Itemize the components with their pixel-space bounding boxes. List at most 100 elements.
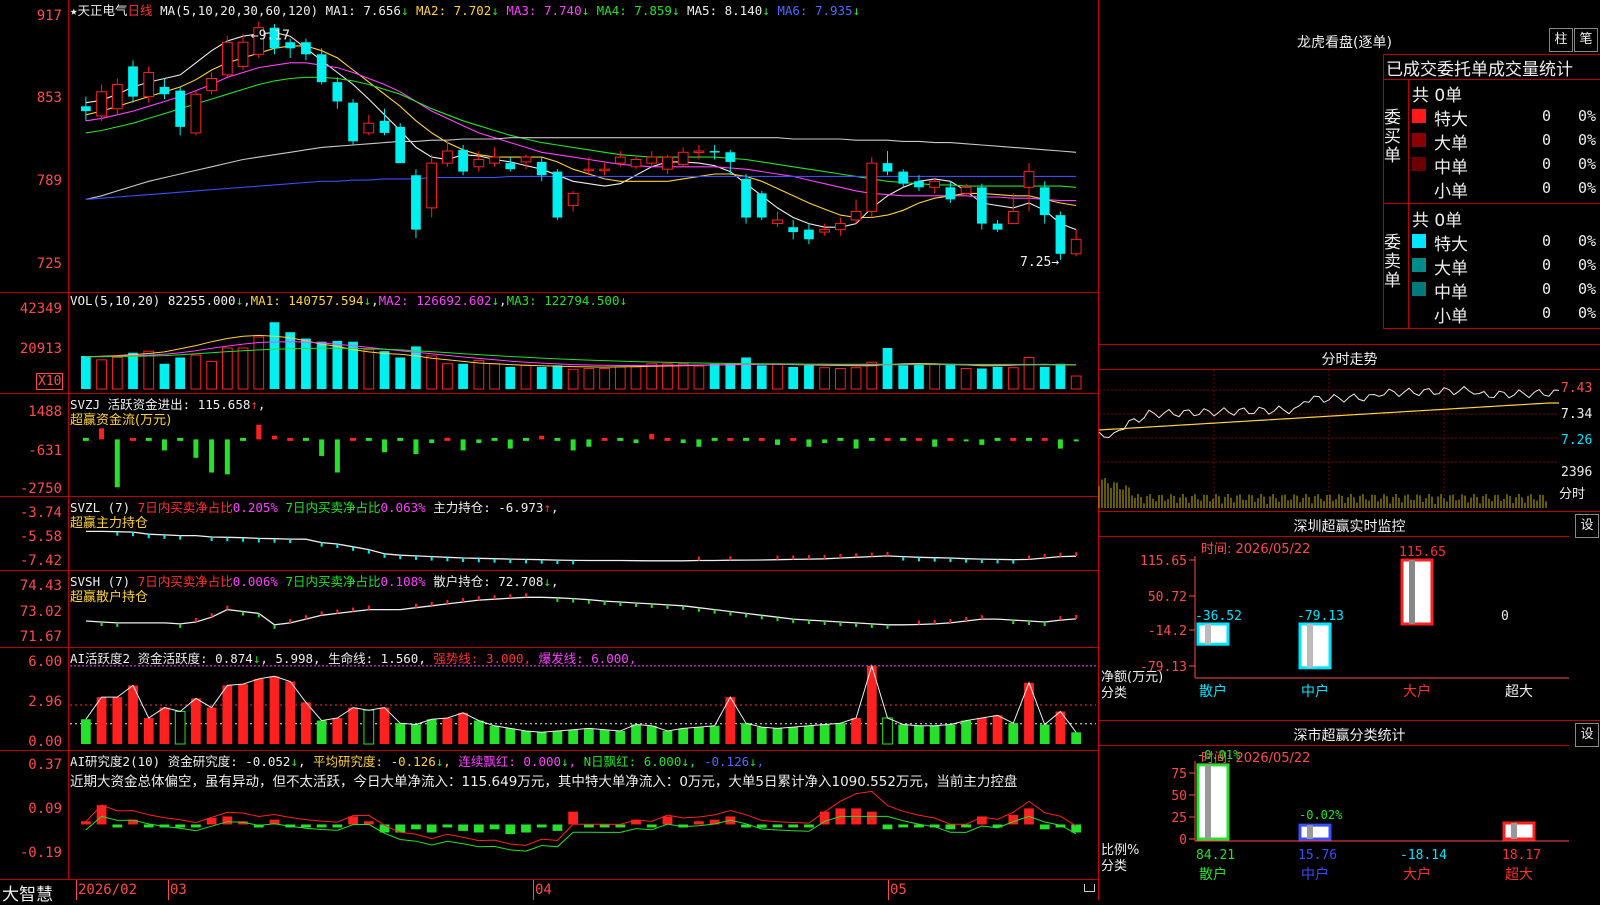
svzj-bar bbox=[177, 437, 184, 441]
candle-body bbox=[788, 227, 799, 233]
intraday-chart[interactable] bbox=[1098, 370, 1560, 508]
ai-research-chart[interactable] bbox=[70, 751, 1096, 879]
ai-activity-panel[interactable]: 6.00 2.96 0.00 AI活跃度2 资金活跃度: 0.874↓, 5.9… bbox=[0, 648, 1098, 751]
color-swatch bbox=[1412, 282, 1426, 296]
volume-chart[interactable] bbox=[70, 293, 1096, 393]
svzl-tick: -3.74 bbox=[19, 505, 62, 521]
activity-bar bbox=[1071, 732, 1082, 744]
svzl-panel[interactable]: -3.74 -5.58 -7.42 SVZL (7) 7日内买卖净占比0.205… bbox=[0, 497, 1098, 571]
ai-activity-chart[interactable] bbox=[70, 648, 1096, 750]
svzj-bar bbox=[822, 439, 828, 444]
activity-bar bbox=[348, 707, 358, 744]
sz-monitor-bar-shade bbox=[1307, 624, 1313, 668]
activity-bar bbox=[206, 707, 217, 744]
sz-class-top-label: -0.02% bbox=[1299, 808, 1343, 822]
volume-panel[interactable]: 42349 20913 X10 VOL(5,10,20) 82255.000↓,… bbox=[0, 293, 1098, 394]
volume-bar bbox=[458, 363, 468, 389]
intraday-panel[interactable]: 分时走势 7.43 7.34 7.26 2396 分时 bbox=[1098, 345, 1600, 512]
sell-label: 特大 bbox=[1434, 235, 1468, 255]
svzj-bar bbox=[900, 437, 907, 441]
volume-bar bbox=[489, 363, 500, 390]
svsh-axis: 74.43 73.02 71.67 bbox=[0, 571, 69, 647]
buy-count: 0 bbox=[1542, 131, 1552, 149]
svzj-bar bbox=[680, 439, 686, 444]
research-bar bbox=[819, 811, 830, 825]
research-bar bbox=[583, 824, 594, 828]
research-bar bbox=[316, 824, 327, 828]
volume-bar bbox=[473, 360, 485, 390]
svzl-tick: -5.58 bbox=[19, 529, 62, 545]
ai-research-tick: -0.19 bbox=[19, 845, 62, 861]
sz-class-ytick: 0 bbox=[1179, 833, 1187, 848]
buy-pct: 0% bbox=[1578, 155, 1597, 173]
volume-bar bbox=[1039, 366, 1050, 389]
volume-bar bbox=[269, 322, 280, 389]
ai-activity-tick: 6.00 bbox=[28, 654, 62, 670]
svzl-axis: -3.74 -5.58 -7.42 bbox=[0, 497, 69, 570]
column-view-button[interactable]: 柱 bbox=[1549, 28, 1573, 52]
date-tick bbox=[76, 880, 77, 900]
svzj-bar bbox=[382, 439, 388, 453]
buy-row: 中单 0 0% bbox=[1412, 153, 1600, 178]
activity-bar bbox=[772, 728, 783, 744]
ma-line-ma4 bbox=[85, 76, 1077, 188]
volume-bar bbox=[80, 356, 91, 389]
candle-body bbox=[945, 187, 956, 200]
candle-body bbox=[473, 159, 485, 168]
buy-count: 0 bbox=[1542, 107, 1552, 125]
activity-bar bbox=[961, 720, 971, 744]
volume-bar bbox=[379, 351, 390, 389]
sell-pct: 0% bbox=[1578, 304, 1597, 322]
activity-bar bbox=[568, 729, 579, 744]
svzj-panel[interactable]: 1488 -631 -2750 SVZJ 活跃资金进出: 115.658↑, 超… bbox=[0, 394, 1098, 497]
svzj-bar bbox=[193, 439, 199, 458]
sz-monitor-ytick: 50.72 bbox=[1148, 590, 1187, 605]
color-swatch bbox=[1412, 133, 1426, 147]
sell-pct: 0% bbox=[1578, 232, 1597, 250]
svzj-chart[interactable] bbox=[70, 394, 1096, 496]
sz-class-panel: 深市超赢分类统计 设 时间: 2026/05/22 75 50 25 0 84.21 散户… bbox=[1099, 721, 1600, 900]
sz-class-value: 18.17 bbox=[1502, 848, 1541, 863]
sz-class-ytick: 25 bbox=[1171, 811, 1187, 826]
svsh-tick: 73.02 bbox=[19, 604, 62, 620]
candle-body bbox=[111, 84, 123, 110]
volume-bar bbox=[976, 368, 987, 389]
sell-label: 小单 bbox=[1434, 307, 1468, 327]
ma-line-ma2 bbox=[85, 45, 1077, 219]
intraday-price: 7.26 bbox=[1561, 433, 1593, 448]
research-bar bbox=[348, 816, 358, 825]
buy-section: 委买单 共 0单 特大 0 0% 大单 0 0% 中单 0 0% 小单 0 0% bbox=[1383, 79, 1600, 204]
main-candle-panel[interactable]: 917 853 789 725 ★天正电气日线 MA(5,10,20,30,60… bbox=[0, 0, 1098, 293]
research-bar bbox=[536, 824, 547, 828]
svsh-chart[interactable] bbox=[70, 571, 1096, 647]
sz-class-bar bbox=[1196, 763, 1230, 841]
activity-line bbox=[85, 664, 1077, 733]
svzl-chart[interactable] bbox=[70, 497, 1096, 570]
tick-view-button[interactable]: 笔 bbox=[1574, 28, 1598, 52]
candle-body bbox=[599, 168, 610, 172]
svzj-bar bbox=[287, 437, 294, 441]
sz-class-ytick: 50 bbox=[1171, 789, 1187, 804]
buy-total: 共 0单 bbox=[1412, 86, 1463, 106]
svzj-tick: -2750 bbox=[19, 481, 62, 497]
lock-icon[interactable] bbox=[1084, 884, 1095, 892]
activity-bar bbox=[945, 724, 956, 744]
candlestick-chart[interactable]: ←9.17 7.25→ bbox=[70, 0, 1096, 292]
candle-body bbox=[128, 66, 138, 97]
candle-body bbox=[458, 149, 468, 172]
research-bar bbox=[772, 824, 783, 828]
svzj-bar bbox=[853, 439, 859, 449]
candle-body bbox=[804, 229, 814, 240]
candle-body bbox=[489, 156, 500, 164]
sz-monitor-category: 超大 bbox=[1505, 684, 1533, 700]
volume-bar bbox=[914, 363, 924, 389]
research-bar bbox=[301, 824, 311, 828]
ai-research-panel[interactable]: 0.37 0.09 -0.19 AI研究度2(10) 资金研究度: -0.052… bbox=[0, 751, 1098, 880]
volume-bar bbox=[1007, 367, 1019, 390]
svsh-panel[interactable]: 74.43 73.02 71.67 SVSH (7) 7日内买卖净占比0.006… bbox=[0, 571, 1098, 648]
candle-body bbox=[929, 180, 941, 188]
sz-class-bar-shade bbox=[1511, 823, 1517, 839]
sell-label: 中单 bbox=[1434, 283, 1468, 303]
svzj-bar bbox=[1057, 439, 1063, 449]
sz-monitor-ytick: 115.65 bbox=[1140, 554, 1187, 569]
